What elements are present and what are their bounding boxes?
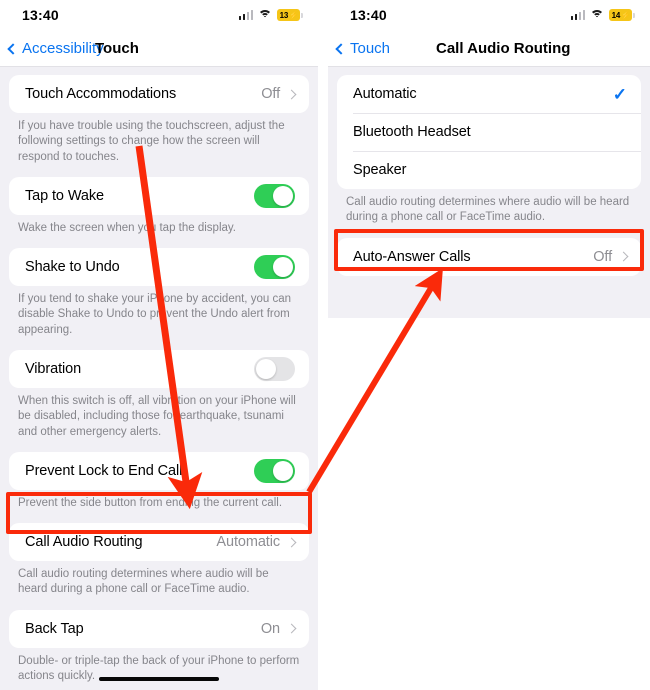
settings-list: Automatic ✓ Bluetooth Headset Speaker Ca… <box>328 67 650 290</box>
footnote-audio-routing: Call audio routing determines where audi… <box>346 196 630 224</box>
wifi-icon <box>590 9 604 21</box>
row-automatic[interactable]: Automatic ✓ <box>337 75 641 113</box>
row-label: Bluetooth Headset <box>353 124 471 140</box>
group-call-audio-routing: Call Audio Routing Automatic <box>9 523 309 562</box>
toggle-tap-to-wake[interactable] <box>254 183 295 208</box>
row-touch-accommodations[interactable]: Touch Accommodations Off <box>9 75 309 113</box>
row-shake-to-undo[interactable]: Shake to Undo <box>9 248 309 286</box>
group-touch-accommodations: Touch Accommodations Off <box>9 75 309 113</box>
back-button-accessibility[interactable]: Accessibility <box>0 40 104 57</box>
row-auto-answer-calls[interactable]: Auto-Answer Calls Off <box>337 238 641 276</box>
toggle-prevent-lock-to-end-call[interactable] <box>254 458 295 483</box>
group-tap-to-wake: Tap to Wake <box>9 176 309 215</box>
row-label: Touch Accommodations <box>25 86 177 102</box>
cellular-signal-icon <box>570 10 585 20</box>
toggle-shake-to-undo[interactable] <box>254 255 295 280</box>
chevron-right-icon <box>286 623 297 634</box>
chevron-left-icon <box>7 42 19 55</box>
row-call-audio-routing[interactable]: Call Audio Routing Automatic <box>9 523 309 561</box>
footnote-call-audio-routing: Call audio routing determines where audi… <box>18 568 269 596</box>
group-audio-routing-options: Automatic ✓ Bluetooth Headset Speaker <box>337 75 641 189</box>
left-phone-screen: 13:40 13 ⚡ Accessibility Touch Touch Acco… <box>0 0 318 690</box>
status-bar: 13:40 14 ⚡ <box>328 0 650 30</box>
group-vibration: Vibration <box>9 349 309 388</box>
toggle-vibration[interactable] <box>254 356 295 381</box>
chevron-left-icon <box>335 42 347 55</box>
row-label: Back Tap <box>25 620 84 637</box>
footnote-touch-accommodations: If you have trouble using the touchscree… <box>18 120 285 163</box>
back-button-label: Accessibility <box>22 40 104 57</box>
status-bar: 13:40 13 ⚡ <box>0 0 318 30</box>
screenshot-root: 13:40 13 ⚡ Accessibility Touch Touch Acco… <box>0 0 650 690</box>
row-vibration[interactable]: Vibration <box>9 350 309 388</box>
row-label: Prevent Lock to End Call <box>25 462 183 479</box>
row-label: Automatic <box>353 86 417 102</box>
footnote-vibration: When this switch is off, all vibration o… <box>18 394 296 438</box>
group-shake-to-undo: Shake to Undo <box>9 248 309 287</box>
battery-level: 14 <box>611 10 621 20</box>
battery-charging-icon: 13 ⚡ <box>277 9 303 21</box>
group-auto-answer-calls: Auto-Answer Calls Off <box>337 237 641 276</box>
back-button-touch[interactable]: Touch <box>328 40 390 57</box>
chevron-right-icon <box>618 251 629 262</box>
home-indicator <box>99 677 219 681</box>
settings-list: Touch Accommodations Off If you have tro… <box>0 67 318 690</box>
row-value: Automatic <box>216 534 280 551</box>
group-back-tap: Back Tap On <box>9 609 309 648</box>
row-speaker[interactable]: Speaker <box>337 151 641 189</box>
row-back-tap[interactable]: Back Tap On <box>9 610 309 648</box>
status-indicators: 13 ⚡ <box>238 9 303 21</box>
navigation-bar: Touch Call Audio Routing <box>328 30 650 67</box>
footnote-back-tap: Double- or triple-tap the back of your i… <box>18 654 300 682</box>
row-label: Tap to Wake <box>25 187 104 204</box>
page-title: Call Audio Routing <box>436 40 571 57</box>
checkmark-icon: ✓ <box>612 84 627 104</box>
row-value: Off <box>261 86 280 102</box>
navigation-bar: Accessibility Touch <box>0 30 318 67</box>
status-time: 13:40 <box>22 7 59 23</box>
cellular-signal-icon <box>238 10 253 20</box>
battery-charging-icon: 14 ⚡ <box>609 9 635 21</box>
group-prevent-lock-to-end-call: Prevent Lock to End Call <box>9 451 309 490</box>
charging-bolt-icon: ⚡ <box>288 10 299 20</box>
back-button-label: Touch <box>350 40 391 57</box>
row-label: Shake to Undo <box>25 259 120 276</box>
chevron-right-icon <box>286 89 297 99</box>
row-prevent-lock-to-end-call[interactable]: Prevent Lock to End Call <box>9 452 309 490</box>
status-indicators: 14 ⚡ <box>570 9 635 21</box>
footnote-shake-to-undo: If you tend to shake your iPhone by acci… <box>18 293 291 336</box>
wifi-icon <box>258 9 272 21</box>
right-phone-screen: 13:40 14 ⚡ Touch Call Audio Routing Autom… <box>328 0 650 318</box>
status-time: 13:40 <box>350 7 387 23</box>
charging-bolt-icon: ⚡ <box>620 10 631 20</box>
row-value: On <box>260 620 280 637</box>
row-label: Speaker <box>353 162 407 178</box>
row-label: Vibration <box>25 360 82 377</box>
row-bluetooth-headset[interactable]: Bluetooth Headset <box>337 113 641 151</box>
row-value: Off <box>593 248 612 265</box>
battery-level: 13 <box>279 10 289 20</box>
footnote-tap-to-wake: Wake the screen when you tap the display… <box>18 221 236 234</box>
footnote-prevent-lock-to-end-call: Prevent the side button from ending the … <box>18 496 283 509</box>
row-label: Auto-Answer Calls <box>353 248 471 265</box>
chevron-right-icon <box>286 537 297 548</box>
row-label: Call Audio Routing <box>25 534 143 551</box>
row-tap-to-wake[interactable]: Tap to Wake <box>9 177 309 215</box>
